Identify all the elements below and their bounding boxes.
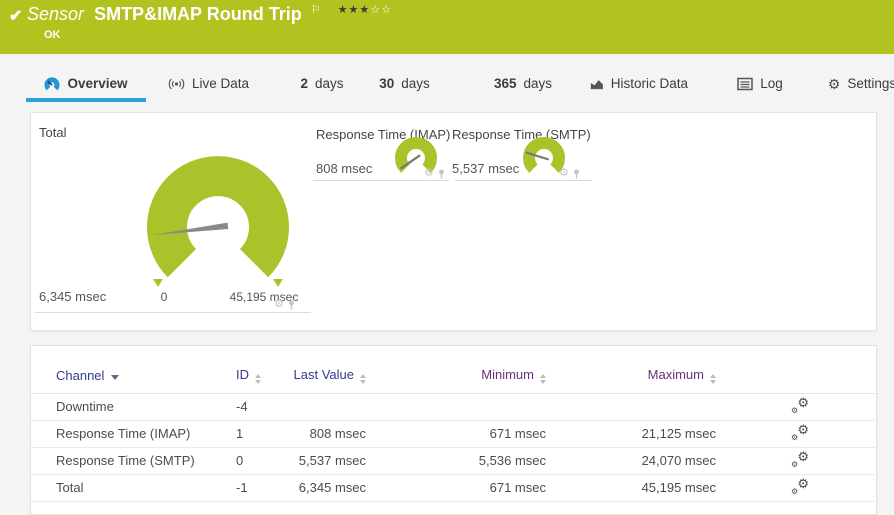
tab-settings[interactable]: ⚙ Settings (827, 69, 894, 102)
gear-icon: ⚙ (827, 75, 841, 92)
channel-last-value: 808 msec (281, 420, 391, 448)
tab-live-data[interactable]: Live Data (166, 69, 251, 102)
log-icon (737, 77, 753, 90)
table-row-total: Total -1 6,345 msec 671 msec 45,195 msec… (31, 474, 878, 502)
channel-maximum: 21,125 msec (571, 420, 741, 448)
channel-last-value (281, 393, 391, 421)
tab-log-label: Log (760, 76, 783, 91)
column-header-minimum[interactable]: Minimum (391, 358, 571, 394)
total-gauge-tools: ⚙ (274, 299, 296, 310)
channel-id: 1 (211, 420, 281, 448)
tab-live-data-label: Live Data (191, 76, 250, 91)
tab-30-days[interactable]: 30 days (377, 69, 432, 102)
tab-overview[interactable]: Overview (26, 69, 146, 102)
tab-settings-label: Settings (847, 76, 894, 91)
total-scale-min: 0 (160, 290, 168, 304)
channel-name: Response Time (SMTP) (31, 447, 211, 475)
channel-minimum: 671 msec (391, 474, 571, 502)
table-row-smtp: Response Time (SMTP) 0 5,537 msec 5,536 … (31, 447, 878, 475)
stars-filled[interactable]: ★★★ (338, 4, 371, 16)
status-badge: OK (44, 29, 61, 41)
pin-icon[interactable] (287, 300, 296, 310)
tab-historic-data[interactable]: Historic Data (590, 69, 688, 102)
channel-id: -4 (211, 393, 281, 421)
pin-icon[interactable] (572, 169, 581, 179)
edit-channel-icon[interactable]: ⚙ ⚙ (791, 422, 809, 442)
channel-id: 0 (211, 447, 281, 475)
column-header-id[interactable]: ID (211, 358, 281, 394)
table-header-row: Channel ID Last Value Minimum Maximum (31, 358, 878, 394)
column-header-last-value[interactable]: Last Value (281, 358, 391, 394)
sort-icon (710, 373, 716, 384)
edit-channel-icon[interactable]: ⚙ ⚙ (791, 476, 809, 496)
sort-icon (360, 373, 366, 384)
channel-id: -1 (211, 474, 281, 502)
tab-30-days-number: 30 (379, 76, 395, 91)
channels-table: Channel ID Last Value Minimum Maximum Do… (31, 358, 878, 502)
stars-empty[interactable]: ☆☆ (370, 4, 392, 16)
gauge-settings-gear-icon[interactable]: ⚙ (559, 168, 569, 179)
channel-maximum (571, 393, 741, 421)
smtp-gauge-value: 5,537 msec (452, 161, 520, 176)
table-row-imap: Response Time (IMAP) 1 808 msec 671 msec… (31, 420, 878, 448)
imap-gauge-value: 808 msec (316, 161, 373, 176)
tab-365-days[interactable]: 365 days (490, 69, 556, 102)
table-row-downtime: Downtime -4 ⚙ ⚙ (31, 393, 878, 421)
sensor-header: ✔ Sensor SMTP&IMAP Round Trip ⚐ ★★★☆☆ OK (0, 0, 894, 54)
tab-30-days-unit: days (401, 76, 430, 91)
column-header-maximum[interactable]: Maximum (571, 358, 741, 394)
sort-icon (540, 373, 546, 384)
total-gauge-value: 6,345 msec (39, 289, 107, 304)
total-panel-divider (35, 312, 311, 313)
channel-minimum: 5,536 msec (391, 447, 571, 475)
channel-maximum: 45,195 msec (571, 474, 741, 502)
tab-bar: Overview Live Data 2 days 30 days 365 da… (0, 54, 894, 110)
tab-2-days-number: 2 (300, 76, 308, 91)
edit-channel-icon[interactable]: ⚙ ⚙ (791, 395, 809, 415)
page-title: SMTP&IMAP Round Trip (94, 4, 302, 24)
imap-panel-divider (313, 180, 449, 181)
pin-icon[interactable] (437, 169, 446, 179)
gauge-settings-gear-icon[interactable]: ⚙ (274, 299, 284, 310)
overview-gauges-card: Total 6,345 msec 0 45,195 msec ⚙ Respons… (30, 112, 877, 331)
gauge-icon (44, 77, 60, 90)
area-chart-icon (590, 79, 604, 89)
channel-minimum (391, 393, 571, 421)
edit-channel-icon[interactable]: ⚙ ⚙ (791, 449, 809, 469)
channel-name: Downtime (31, 393, 211, 421)
column-header-actions (741, 358, 878, 394)
sort-icon (255, 373, 261, 384)
channel-last-value: 6,345 msec (281, 474, 391, 502)
imap-gauge-tools: ⚙ (424, 168, 446, 179)
total-gauge (147, 156, 289, 287)
tab-365-days-unit: days (523, 76, 553, 91)
channel-name: Response Time (IMAP) (31, 420, 211, 448)
flag-icon[interactable]: ⚐ (311, 4, 321, 16)
status-ok-check-icon: ✔ (9, 8, 23, 25)
sensor-title-line: Sensor SMTP&IMAP Round Trip ⚐ ★★★☆☆ (27, 4, 392, 25)
channel-name: Total (31, 474, 211, 502)
gauge-min-marker-icon (153, 279, 163, 287)
priority-stars[interactable]: ★★★☆☆ (338, 4, 392, 16)
tab-log[interactable]: Log (736, 69, 784, 102)
channel-last-value: 5,537 msec (281, 447, 391, 475)
channel-maximum: 24,070 msec (571, 447, 741, 475)
sensor-kind-label: Sensor (27, 4, 85, 24)
tab-overview-label: Overview (67, 76, 128, 91)
tab-2-days-unit: days (314, 76, 344, 91)
column-header-channel[interactable]: Channel (31, 358, 211, 394)
sort-desc-icon (111, 374, 120, 380)
tab-2-days[interactable]: 2 days (297, 69, 347, 102)
channels-table-card: Channel ID Last Value Minimum Maximum Do… (30, 345, 878, 515)
smtp-gauge-tools: ⚙ (559, 168, 581, 179)
channel-minimum: 671 msec (391, 420, 571, 448)
live-data-icon (168, 78, 185, 89)
gauge-max-marker-icon (273, 279, 283, 287)
gauge-settings-gear-icon[interactable]: ⚙ (424, 168, 434, 179)
total-gauge-title: Total (39, 125, 67, 140)
tab-365-days-number: 365 (493, 76, 517, 91)
smtp-panel-divider (455, 180, 592, 181)
tab-historic-data-label: Historic Data (610, 76, 688, 91)
